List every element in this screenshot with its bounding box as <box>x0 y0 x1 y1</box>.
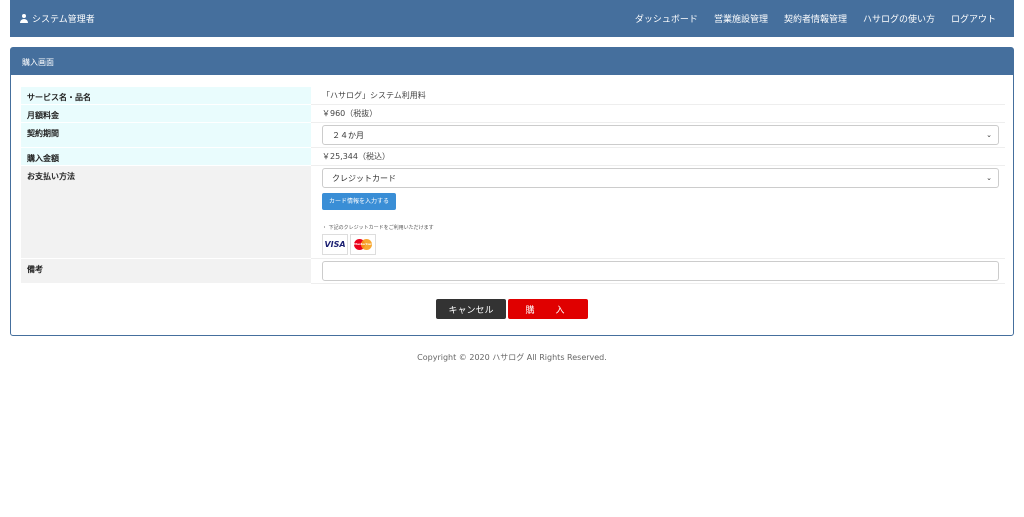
form-actions: キャンセル 購 入 <box>11 299 1013 319</box>
card-note: ・ 下記のクレジットカードをご利用いただけます <box>322 225 434 231</box>
period-select[interactable]: ２４か月 ⌄ <box>322 125 999 145</box>
total-value: ￥25,344（税込） <box>322 152 390 161</box>
mastercard-logo-text: MasterCard <box>354 242 374 246</box>
period-label: 契約期間 <box>21 122 311 148</box>
row-monthly: 月額料金 ￥960（税抜） <box>21 104 1005 123</box>
nav-links: ダッシュボード 営業施設管理 契約者情報管理 ハサログの使い方 ログアウト <box>627 12 1004 25</box>
buy-button[interactable]: 購 入 <box>508 299 588 319</box>
payment-select-value: クレジットカード <box>332 173 396 183</box>
top-navbar: システム管理者 ダッシュボード 営業施設管理 契約者情報管理 ハサログの使い方 … <box>10 0 1014 37</box>
cancel-button[interactable]: キャンセル <box>436 299 506 319</box>
payment-label: お支払い方法 <box>21 165 311 259</box>
nav-contractor-info[interactable]: 契約者情報管理 <box>776 12 855 25</box>
mastercard-logo: MasterCard <box>350 234 376 255</box>
chevron-down-icon: ⌄ <box>986 174 992 182</box>
nav-sales-facility[interactable]: 営業施設管理 <box>706 12 776 25</box>
nav-dashboard[interactable]: ダッシュボード <box>627 12 706 25</box>
user-brand[interactable]: システム管理者 <box>20 12 95 25</box>
monthly-label: 月額料金 <box>21 104 311 123</box>
visa-logo: VISA <box>322 234 348 255</box>
nav-logout[interactable]: ログアウト <box>943 12 1004 25</box>
user-icon <box>20 14 28 23</box>
service-value: 「ハサログ」システム利用料 <box>322 91 426 100</box>
service-label: サービス名・品名 <box>21 87 311 105</box>
purchase-form: サービス名・品名 「ハサログ」システム利用料 月額料金 ￥960（税抜） 契約期… <box>21 87 1005 284</box>
row-period: 契約期間 ２４か月 ⌄ <box>21 122 1005 148</box>
panel-title: 購入画面 <box>11 48 1013 75</box>
row-service: サービス名・品名 「ハサログ」システム利用料 <box>21 87 1005 105</box>
chevron-down-icon: ⌄ <box>986 131 992 139</box>
visa-logo-text: VISA <box>324 240 346 249</box>
row-total: 購入金額 ￥25,344（税込） <box>21 147 1005 166</box>
period-select-value: ２４か月 <box>332 130 364 140</box>
remarks-label: 備考 <box>21 258 311 284</box>
monthly-value: ￥960（税抜） <box>322 109 378 118</box>
card-info-button[interactable]: カード情報を入力する <box>322 193 397 210</box>
footer-copyright: Copyright © 2020 ハサログ All Rights Reserve… <box>417 353 607 362</box>
total-label: 購入金額 <box>21 147 311 166</box>
nav-how-to-use[interactable]: ハサログの使い方 <box>855 12 943 25</box>
row-remarks: 備考 <box>21 258 1005 284</box>
remarks-input[interactable] <box>322 261 999 281</box>
user-label: システム管理者 <box>32 15 95 25</box>
card-logos: VISA MasterCard <box>322 234 999 255</box>
purchase-panel: 購入画面 サービス名・品名 「ハサログ」システム利用料 月額料金 ￥960（税抜… <box>10 47 1014 336</box>
row-payment: お支払い方法 クレジットカード ⌄ カード情報を入力する ・ 下記のクレジットカ… <box>21 165 1005 259</box>
payment-select[interactable]: クレジットカード ⌄ <box>322 168 999 188</box>
